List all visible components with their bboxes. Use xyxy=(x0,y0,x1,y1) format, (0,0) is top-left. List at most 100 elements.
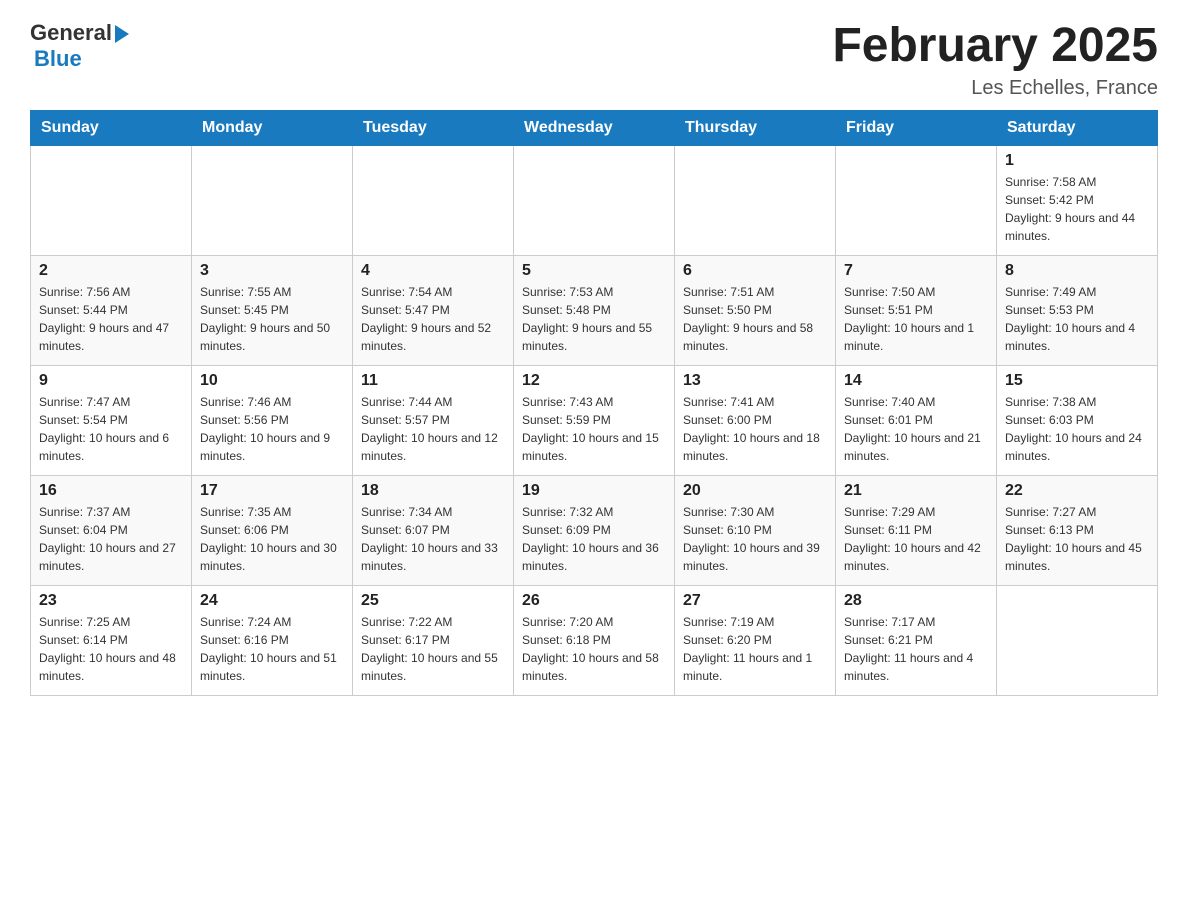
day-info: Sunrise: 7:44 AM Sunset: 5:57 PM Dayligh… xyxy=(361,393,505,465)
calendar-cell: 10 Sunrise: 7:46 AM Sunset: 5:56 PM Dayli… xyxy=(192,365,353,475)
day-number: 14 xyxy=(844,372,988,390)
day-info: Sunrise: 7:19 AM Sunset: 6:20 PM Dayligh… xyxy=(683,613,827,685)
calendar-cell: 16 Sunrise: 7:37 AM Sunset: 6:04 PM Dayli… xyxy=(31,475,192,585)
week-row-4: 16 Sunrise: 7:37 AM Sunset: 6:04 PM Dayli… xyxy=(31,475,1158,585)
calendar-cell: 24 Sunrise: 7:24 AM Sunset: 6:16 PM Dayli… xyxy=(192,585,353,695)
weekday-header-tuesday: Tuesday xyxy=(353,110,514,145)
page-header: General Blue February 2025 Les Echelles,… xyxy=(30,20,1158,100)
day-number: 3 xyxy=(200,262,344,280)
calendar-cell: 23Sunrise: 7:25 AM Sunset: 6:14 PM Dayli… xyxy=(31,585,192,695)
calendar-cell: 8 Sunrise: 7:49 AM Sunset: 5:53 PM Daylig… xyxy=(997,255,1158,365)
day-info: Sunrise: 7:55 AM Sunset: 5:45 PM Dayligh… xyxy=(200,283,344,355)
calendar-table: SundayMondayTuesdayWednesdayThursdayFrid… xyxy=(30,110,1158,696)
calendar-cell: 4Sunrise: 7:54 AM Sunset: 5:47 PM Daylig… xyxy=(353,255,514,365)
weekday-header-sunday: Sunday xyxy=(31,110,192,145)
day-number: 10 xyxy=(200,372,344,390)
week-row-1: 1 Sunrise: 7:58 AM Sunset: 5:42 PM Daylig… xyxy=(31,145,1158,255)
month-title: February 2025 xyxy=(832,20,1158,73)
day-info: Sunrise: 7:47 AM Sunset: 5:54 PM Dayligh… xyxy=(39,393,183,465)
logo: General Blue xyxy=(30,20,129,72)
day-info: Sunrise: 7:29 AM Sunset: 6:11 PM Dayligh… xyxy=(844,503,988,575)
logo-triangle-icon xyxy=(115,25,129,43)
day-info: Sunrise: 7:34 AM Sunset: 6:07 PM Dayligh… xyxy=(361,503,505,575)
day-info: Sunrise: 7:24 AM Sunset: 6:16 PM Dayligh… xyxy=(200,613,344,685)
day-number: 1 xyxy=(1005,152,1149,170)
calendar-cell: 26 Sunrise: 7:20 AM Sunset: 6:18 PM Dayli… xyxy=(514,585,675,695)
weekday-header-thursday: Thursday xyxy=(675,110,836,145)
calendar-cell: 6Sunrise: 7:51 AM Sunset: 5:50 PM Daylig… xyxy=(675,255,836,365)
calendar-cell: 27Sunrise: 7:19 AM Sunset: 6:20 PM Dayli… xyxy=(675,585,836,695)
day-number: 21 xyxy=(844,482,988,500)
day-number: 15 xyxy=(1005,372,1149,390)
calendar-cell xyxy=(192,145,353,255)
logo-blue-text: Blue xyxy=(34,46,82,72)
day-info: Sunrise: 7:51 AM Sunset: 5:50 PM Dayligh… xyxy=(683,283,827,355)
day-info: Sunrise: 7:53 AM Sunset: 5:48 PM Dayligh… xyxy=(522,283,666,355)
day-number: 25 xyxy=(361,592,505,610)
day-info: Sunrise: 7:35 AM Sunset: 6:06 PM Dayligh… xyxy=(200,503,344,575)
weekday-header-monday: Monday xyxy=(192,110,353,145)
day-number: 5 xyxy=(522,262,666,280)
day-info: Sunrise: 7:32 AM Sunset: 6:09 PM Dayligh… xyxy=(522,503,666,575)
calendar-cell: 5 Sunrise: 7:53 AM Sunset: 5:48 PM Daylig… xyxy=(514,255,675,365)
day-info: Sunrise: 7:43 AM Sunset: 5:59 PM Dayligh… xyxy=(522,393,666,465)
title-section: February 2025 Les Echelles, France xyxy=(832,20,1158,100)
day-number: 24 xyxy=(200,592,344,610)
day-info: Sunrise: 7:38 AM Sunset: 6:03 PM Dayligh… xyxy=(1005,393,1149,465)
calendar-cell xyxy=(675,145,836,255)
calendar-cell: 3 Sunrise: 7:55 AM Sunset: 5:45 PM Daylig… xyxy=(192,255,353,365)
calendar-cell: 25 Sunrise: 7:22 AM Sunset: 6:17 PM Dayli… xyxy=(353,585,514,695)
week-row-5: 23Sunrise: 7:25 AM Sunset: 6:14 PM Dayli… xyxy=(31,585,1158,695)
calendar-cell: 11 Sunrise: 7:44 AM Sunset: 5:57 PM Dayli… xyxy=(353,365,514,475)
day-number: 20 xyxy=(683,482,827,500)
day-info: Sunrise: 7:22 AM Sunset: 6:17 PM Dayligh… xyxy=(361,613,505,685)
calendar-cell: 17 Sunrise: 7:35 AM Sunset: 6:06 PM Dayli… xyxy=(192,475,353,585)
day-number: 11 xyxy=(361,372,505,390)
calendar-cell: 7Sunrise: 7:50 AM Sunset: 5:51 PM Daylig… xyxy=(836,255,997,365)
calendar-cell: 2 Sunrise: 7:56 AM Sunset: 5:44 PM Daylig… xyxy=(31,255,192,365)
calendar-cell: 13 Sunrise: 7:41 AM Sunset: 6:00 PM Dayli… xyxy=(675,365,836,475)
calendar-cell: 28 Sunrise: 7:17 AM Sunset: 6:21 PM Dayli… xyxy=(836,585,997,695)
day-number: 2 xyxy=(39,262,183,280)
day-number: 8 xyxy=(1005,262,1149,280)
day-info: Sunrise: 7:56 AM Sunset: 5:44 PM Dayligh… xyxy=(39,283,183,355)
day-info: Sunrise: 7:37 AM Sunset: 6:04 PM Dayligh… xyxy=(39,503,183,575)
day-info: Sunrise: 7:46 AM Sunset: 5:56 PM Dayligh… xyxy=(200,393,344,465)
calendar-cell: 19 Sunrise: 7:32 AM Sunset: 6:09 PM Dayli… xyxy=(514,475,675,585)
day-info: Sunrise: 7:25 AM Sunset: 6:14 PM Dayligh… xyxy=(39,613,183,685)
day-number: 13 xyxy=(683,372,827,390)
day-info: Sunrise: 7:49 AM Sunset: 5:53 PM Dayligh… xyxy=(1005,283,1149,355)
calendar-cell xyxy=(31,145,192,255)
calendar-cell: 15 Sunrise: 7:38 AM Sunset: 6:03 PM Dayli… xyxy=(997,365,1158,475)
day-number: 16 xyxy=(39,482,183,500)
location-title: Les Echelles, France xyxy=(832,77,1158,100)
day-number: 12 xyxy=(522,372,666,390)
calendar-cell xyxy=(997,585,1158,695)
day-info: Sunrise: 7:54 AM Sunset: 5:47 PM Dayligh… xyxy=(361,283,505,355)
calendar-cell: 1 Sunrise: 7:58 AM Sunset: 5:42 PM Daylig… xyxy=(997,145,1158,255)
calendar-cell xyxy=(514,145,675,255)
calendar-cell: 21 Sunrise: 7:29 AM Sunset: 6:11 PM Dayli… xyxy=(836,475,997,585)
calendar-cell: 9 Sunrise: 7:47 AM Sunset: 5:54 PM Daylig… xyxy=(31,365,192,475)
day-info: Sunrise: 7:58 AM Sunset: 5:42 PM Dayligh… xyxy=(1005,173,1149,245)
day-number: 22 xyxy=(1005,482,1149,500)
day-info: Sunrise: 7:30 AM Sunset: 6:10 PM Dayligh… xyxy=(683,503,827,575)
week-row-2: 2 Sunrise: 7:56 AM Sunset: 5:44 PM Daylig… xyxy=(31,255,1158,365)
day-info: Sunrise: 7:17 AM Sunset: 6:21 PM Dayligh… xyxy=(844,613,988,685)
day-info: Sunrise: 7:40 AM Sunset: 6:01 PM Dayligh… xyxy=(844,393,988,465)
weekday-header-saturday: Saturday xyxy=(997,110,1158,145)
weekday-header-friday: Friday xyxy=(836,110,997,145)
day-number: 19 xyxy=(522,482,666,500)
calendar-cell: 20 Sunrise: 7:30 AM Sunset: 6:10 PM Dayli… xyxy=(675,475,836,585)
day-number: 28 xyxy=(844,592,988,610)
day-info: Sunrise: 7:20 AM Sunset: 6:18 PM Dayligh… xyxy=(522,613,666,685)
week-row-3: 9 Sunrise: 7:47 AM Sunset: 5:54 PM Daylig… xyxy=(31,365,1158,475)
day-number: 9 xyxy=(39,372,183,390)
day-number: 26 xyxy=(522,592,666,610)
day-info: Sunrise: 7:41 AM Sunset: 6:00 PM Dayligh… xyxy=(683,393,827,465)
calendar-cell xyxy=(353,145,514,255)
day-info: Sunrise: 7:50 AM Sunset: 5:51 PM Dayligh… xyxy=(844,283,988,355)
calendar-cell: 18Sunrise: 7:34 AM Sunset: 6:07 PM Dayli… xyxy=(353,475,514,585)
calendar-cell: 12 Sunrise: 7:43 AM Sunset: 5:59 PM Dayli… xyxy=(514,365,675,475)
day-number: 17 xyxy=(200,482,344,500)
